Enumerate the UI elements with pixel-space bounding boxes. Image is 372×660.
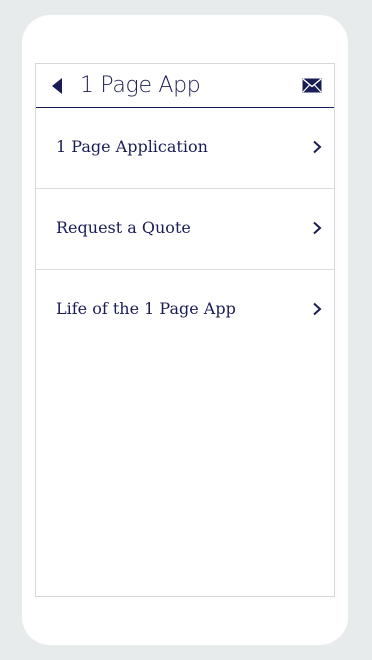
back-button[interactable]: [50, 76, 66, 96]
app-screen: 1 Page App 1 Page Application Request a …: [35, 63, 335, 597]
menu-item-label: Life of the 1 Page App: [56, 299, 236, 318]
page-title: 1 Page App: [80, 73, 201, 98]
menu-item-request-a-quote[interactable]: Request a Quote: [36, 189, 334, 270]
menu-item-life-of-the-1-page-app[interactable]: Life of the 1 Page App: [36, 270, 334, 350]
mail-button[interactable]: [302, 78, 322, 93]
envelope-icon: [302, 78, 322, 93]
phone-frame: 1 Page App 1 Page Application Request a …: [22, 15, 348, 645]
app-header: 1 Page App: [36, 64, 334, 108]
menu-item-label: 1 Page Application: [56, 137, 208, 156]
chevron-right-icon: [313, 140, 322, 154]
back-arrow-icon: [52, 78, 62, 94]
menu-item-label: Request a Quote: [56, 218, 191, 237]
chevron-right-icon: [313, 221, 322, 235]
chevron-right-icon: [313, 302, 322, 316]
menu-item-1-page-application[interactable]: 1 Page Application: [36, 108, 334, 189]
menu-list: 1 Page Application Request a Quote Life …: [36, 108, 334, 350]
